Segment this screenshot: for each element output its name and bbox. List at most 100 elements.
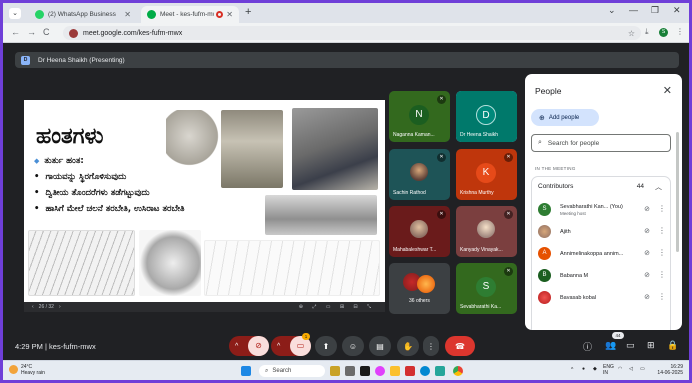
more-options-icon[interactable]: ⋮ (658, 270, 666, 279)
mic-off-icon: ⊘ (644, 206, 650, 213)
participant-name: Bavasab kobal (560, 295, 597, 301)
tab-list-icon[interactable]: ⌄ (608, 5, 616, 16)
participant-avatar: N (409, 105, 429, 125)
reactions-button[interactable]: ☺ (342, 336, 364, 356)
battery-icon[interactable]: ▭ (640, 366, 645, 372)
prev-slide-button[interactable]: ‹ (32, 304, 34, 310)
leave-call-button[interactable]: ☎ (445, 336, 475, 356)
participant-tile[interactable]: ✕ Kanyady Vinayak... (456, 206, 517, 257)
more-options-icon[interactable]: ⋮ (658, 248, 666, 257)
windows-start-icon[interactable] (241, 366, 251, 376)
participant-tile[interactable]: S ✕ Sevabharathi Ka... (456, 263, 517, 314)
tab-whatsapp[interactable]: (2) WhatsApp Business ✕ (29, 6, 137, 23)
tray-chevron-icon[interactable]: ^ (571, 367, 573, 373)
neck-brace-image (139, 230, 201, 296)
forward-button[interactable]: → (27, 27, 36, 37)
list-item[interactable]: A Annimelinakoppa annim... ⊘ ⋮ (538, 245, 668, 263)
participant-tile[interactable]: ✕ Sachin Rathod (389, 149, 450, 200)
participant-tile[interactable]: K ✕ Krishna Murthy (456, 149, 517, 200)
mic-off-icon: ✕ (437, 210, 446, 219)
back-button[interactable]: ← (11, 27, 20, 37)
mic-off-icon: ✕ (437, 95, 446, 104)
chat-icon[interactable]: ▭ (626, 340, 635, 351)
group-label: Contributors (538, 183, 574, 190)
more-options-button[interactable]: ⋮ (423, 336, 439, 356)
mic-options-chevron[interactable]: ^ (235, 343, 238, 350)
captions-button[interactable]: ▤ (369, 336, 391, 356)
app-icon[interactable] (360, 366, 370, 376)
list-item[interactable]: Ajith ⊘ ⋮ (538, 223, 668, 241)
chevron-up-icon[interactable]: ︿ (655, 182, 662, 192)
maximize-button[interactable]: ❐ (651, 5, 659, 16)
app-icon[interactable] (330, 366, 340, 376)
copilot-icon[interactable] (375, 366, 385, 376)
list-item[interactable]: Bavasab kobal ⊘ ⋮ (538, 289, 668, 307)
participant-tile[interactable]: D Dr Heena Shaikh (456, 91, 517, 142)
people-icon[interactable]: 👥 (605, 340, 616, 351)
reload-button[interactable]: C (43, 27, 50, 37)
raise-hand-button[interactable]: ✋ (397, 336, 419, 356)
edge-icon[interactable] (420, 366, 430, 376)
meeting-info-icon[interactable]: ⓘ (583, 340, 592, 353)
next-slide-button[interactable]: › (59, 304, 61, 310)
download-icon[interactable]: ⤓ (645, 27, 649, 37)
host-controls-icon[interactable]: 🔒 (667, 340, 678, 351)
volume-icon[interactable]: ◁ (629, 366, 633, 372)
app-icon[interactable] (435, 366, 445, 376)
activities-icon[interactable]: ⊞ (647, 340, 655, 351)
more-options-icon[interactable]: ⋮ (658, 226, 666, 235)
list-item[interactable]: S Sevabharathi Kan... (You) Meeting host… (538, 201, 668, 219)
app-icon[interactable] (405, 366, 415, 376)
list-item[interactable]: B Babanna M ⊘ ⋮ (538, 267, 668, 285)
slide-bullet: • ಹಾಸಿಗೆ ಮೇಲೆ ಚಲನೆ ತರಬೇತಿ, ಉಸಿರಾಟ ತರಬೇತಿ (34, 204, 185, 214)
file-explorer-icon[interactable] (390, 366, 400, 376)
panel-scrollbar[interactable] (676, 132, 679, 252)
participant-role: Meeting host (560, 211, 586, 216)
participant-tile[interactable]: N ✕ Naganna Kaman... (389, 91, 450, 142)
mic-off-button[interactable]: ⊘ (248, 336, 269, 356)
participant-photo (477, 220, 495, 238)
close-window-button[interactable]: ✕ (673, 5, 681, 16)
bookmark-star-icon[interactable]: ☆ (628, 29, 635, 38)
clock[interactable]: 16:29 14-06-2025 (653, 364, 683, 376)
new-tab-button[interactable]: + (245, 6, 251, 18)
participant-photo (538, 291, 551, 304)
people-search-input[interactable]: ⌕ Search for people (531, 134, 671, 152)
tray-app-icon[interactable]: ● (582, 366, 585, 372)
meeting-time-and-code: 4:29 PM | kes-fufm-mwx (15, 342, 96, 351)
others-tile[interactable]: 36 others (389, 263, 450, 314)
task-view-icon[interactable] (345, 366, 355, 376)
add-people-button[interactable]: ⊕ Add people (531, 109, 599, 126)
minimize-button[interactable]: — (629, 5, 638, 15)
contributors-header[interactable]: Contributors 44 ︿ (538, 182, 664, 192)
tray-app-icon[interactable]: ◆ (593, 366, 597, 372)
tab-search-button[interactable]: ⌄ (9, 8, 21, 19)
participant-avatar: B (538, 269, 551, 282)
contributors-group: Contributors 44 ︿ S Sevabharathi Kan... … (531, 176, 671, 330)
taskbar-search[interactable]: ⌕ Search (259, 365, 325, 377)
presenting-label: Dr Heena Shaikh (Presenting) (38, 56, 125, 64)
participant-photo (410, 220, 428, 238)
more-options-icon[interactable]: ⋮ (658, 292, 666, 301)
present-screen-button[interactable]: ⬆ (315, 336, 337, 356)
mic-off-icon: ✕ (504, 267, 513, 276)
close-tab-icon[interactable]: ✕ (226, 10, 233, 19)
wifi-icon[interactable]: ◠ (618, 366, 622, 372)
close-tab-icon[interactable]: ✕ (124, 10, 131, 19)
tab-meet[interactable]: Meet - kes-fufm-mwx ✕ (141, 6, 239, 23)
url-input[interactable]: meet.google.com/kes-fufm-mwx ☆ (63, 26, 641, 40)
site-info-icon[interactable] (69, 28, 78, 38)
participant-tile[interactable]: ✕ Mahabaleshwar T... (389, 206, 450, 257)
add-person-icon: ⊕ (539, 114, 545, 122)
participant-name: Sachin Rathod (393, 190, 426, 196)
chrome-icon[interactable] (453, 366, 463, 376)
close-panel-button[interactable]: ✕ (663, 84, 672, 97)
browser-menu-icon[interactable]: ⋮ (676, 27, 684, 36)
weather-widget[interactable]: 24°C Heavy rain (9, 364, 45, 376)
camera-options-chevron[interactable]: ^ (277, 343, 280, 350)
language-indicator[interactable]: ENG IN (603, 364, 614, 376)
profile-avatar[interactable]: S (659, 28, 668, 37)
tab-title: Meet - kes-fufm-mwx (160, 11, 214, 18)
more-options-icon[interactable]: ⋮ (658, 204, 666, 213)
slide-view-tools[interactable]: ⊕ ⤢ ▭ ⊞ ⊟ ⤡ (299, 304, 375, 310)
